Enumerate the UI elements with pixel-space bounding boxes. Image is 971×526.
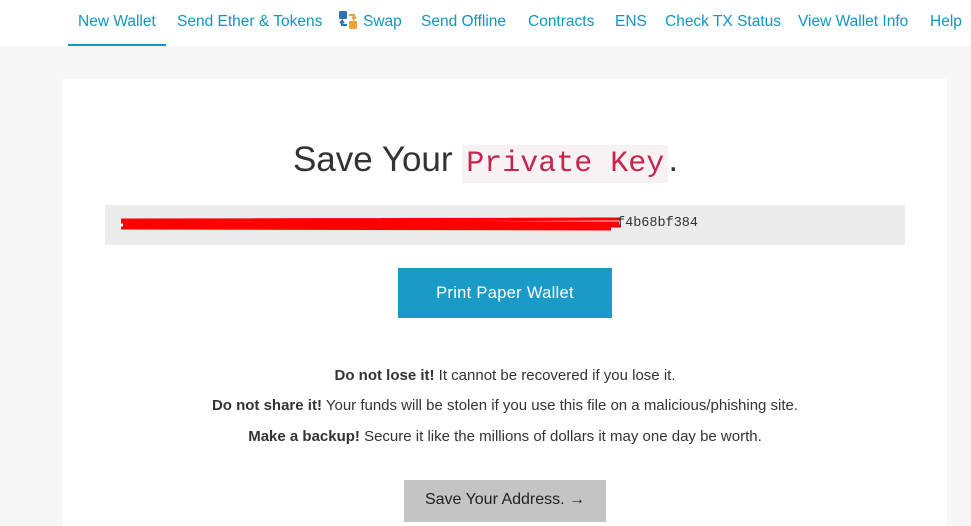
warning-line-3: Make a backup! Secure it like the millio… (0, 428, 971, 445)
warning-line-2: Do not share it! Your funds will be stol… (0, 397, 971, 414)
warning-1-text: It cannot be recovered if you lose it. (434, 367, 676, 384)
title-code: Private Key (462, 145, 669, 183)
warning-3-bold: Make a backup! (248, 428, 360, 445)
nav-send-ether-tokens[interactable]: Send Ether & Tokens (177, 0, 322, 46)
private-key-visible-text: f4b68bf384 (617, 216, 699, 231)
swap-icon (339, 11, 357, 29)
nav-new-wallet[interactable]: New Wallet (68, 0, 166, 46)
top-nav: New Wallet Send Ether & Tokens Swap Send… (0, 0, 971, 46)
nav-help[interactable]: Help (930, 0, 962, 46)
nav-view-wallet-info[interactable]: View Wallet Info (798, 0, 908, 46)
print-paper-wallet-button[interactable]: Print Paper Wallet (398, 268, 612, 318)
page-title: Save Your Private Key. (0, 140, 971, 183)
redaction-scribble (121, 217, 621, 231)
title-prefix: Save Your (292, 140, 463, 179)
nav-swap[interactable]: Swap (338, 0, 402, 46)
nav-send-offline[interactable]: Send Offline (421, 0, 506, 46)
warning-line-1: Do not lose it! It cannot be recovered i… (0, 367, 971, 384)
nav-swap-label: Swap (363, 13, 402, 30)
nav-ens[interactable]: ENS (615, 0, 647, 46)
title-suffix: . (668, 140, 679, 179)
nav-contracts[interactable]: Contracts (528, 0, 594, 46)
private-key-field[interactable]: f4b68bf384 (105, 205, 905, 245)
warning-3-text: Secure it like the millions of dollars i… (359, 428, 762, 445)
warning-1-bold: Do not lose it! (334, 367, 435, 384)
nav-check-tx-status[interactable]: Check TX Status (665, 0, 781, 46)
warning-2-bold: Do not share it! (211, 397, 322, 414)
save-your-address-button[interactable]: Save Your Address. → (404, 480, 606, 522)
warning-2-text: Your funds will be stolen if you use thi… (321, 397, 799, 414)
